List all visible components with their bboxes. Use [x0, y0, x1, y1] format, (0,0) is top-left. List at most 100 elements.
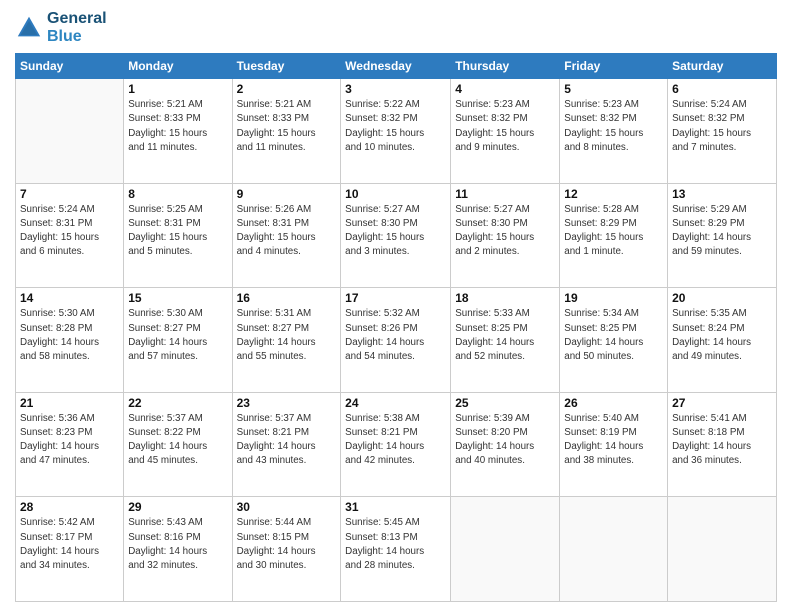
weekday-monday: Monday — [124, 54, 232, 79]
week-row-4: 21 Sunrise: 5:36 AMSunset: 8:23 PMDayligh… — [16, 392, 777, 497]
logo-text: General Blue — [47, 10, 107, 45]
day-info: Sunrise: 5:43 AMSunset: 8:16 PMDaylight:… — [128, 516, 227, 573]
logo: General Blue — [15, 10, 107, 45]
day-number: 2 — [237, 82, 337, 96]
day-number: 14 — [20, 291, 119, 305]
calendar-cell: 14Sunrise: 5:30 AMSunset: 8:28 PMDayligh… — [16, 288, 124, 393]
week-row-5: 28Sunrise: 5:42 AMSunset: 8:17 PMDayligh… — [16, 497, 777, 602]
day-number: 24 — [345, 396, 446, 410]
weekday-tuesday: Tuesday — [232, 54, 341, 79]
day-number: 3 — [345, 82, 446, 96]
day-number: 6 — [672, 82, 772, 96]
calendar-cell: 21 Sunrise: 5:36 AMSunset: 8:23 PMDayligh… — [16, 392, 124, 497]
calendar-cell: 11Sunrise: 5:27 AMSunset: 8:30 PMDayligh… — [451, 183, 560, 288]
calendar-cell: 2Sunrise: 5:21 AMSunset: 8:33 PMDaylight… — [232, 79, 341, 184]
day-number: 16 — [237, 291, 337, 305]
calendar-cell: 16 Sunrise: 5:31 AMSunset: 8:27 PMDayligh… — [232, 288, 341, 393]
calendar-cell: 26 Sunrise: 5:40 AMSunset: 8:19 PMDayligh… — [560, 392, 668, 497]
day-info: Sunrise: 5:27 AMSunset: 8:30 PMDaylight:… — [345, 203, 446, 260]
day-info: Sunrise: 5:24 AMSunset: 8:32 PMDaylight:… — [672, 98, 772, 155]
calendar-cell: 1 Sunrise: 5:21 AMSunset: 8:33 PMDaylight… — [124, 79, 232, 184]
weekday-header-row: SundayMondayTuesdayWednesdayThursdayFrid… — [16, 54, 777, 79]
calendar-cell: 30 Sunrise: 5:44 AMSunset: 8:15 PMDayligh… — [232, 497, 341, 602]
day-number: 27 — [672, 396, 772, 410]
day-number: 5 — [564, 82, 663, 96]
calendar-cell: 20Sunrise: 5:35 AMSunset: 8:24 PMDayligh… — [668, 288, 777, 393]
calendar-cell: 31 Sunrise: 5:45 AMSunset: 8:13 PMDayligh… — [341, 497, 451, 602]
day-info: Sunrise: 5:34 AMSunset: 8:25 PMDaylight:… — [564, 307, 663, 364]
day-info: Sunrise: 5:44 AMSunset: 8:15 PMDaylight:… — [237, 516, 337, 573]
day-number: 29 — [128, 500, 227, 514]
day-info: Sunrise: 5:38 AMSunset: 8:21 PMDaylight:… — [345, 412, 446, 469]
weekday-sunday: Sunday — [16, 54, 124, 79]
day-number: 4 — [455, 82, 555, 96]
weekday-wednesday: Wednesday — [341, 54, 451, 79]
calendar-cell: 3Sunrise: 5:22 AMSunset: 8:32 PMDaylight… — [341, 79, 451, 184]
logo-icon — [15, 14, 43, 42]
day-number: 18 — [455, 291, 555, 305]
day-number: 30 — [237, 500, 337, 514]
calendar-cell — [560, 497, 668, 602]
day-info: Sunrise: 5:28 AMSunset: 8:29 PMDaylight:… — [564, 203, 663, 260]
day-info: Sunrise: 5:37 AMSunset: 8:21 PMDaylight:… — [237, 412, 337, 469]
day-number: 15 — [128, 291, 227, 305]
calendar-cell: 22 Sunrise: 5:37 AMSunset: 8:22 PMDayligh… — [124, 392, 232, 497]
day-info: Sunrise: 5:39 AMSunset: 8:20 PMDaylight:… — [455, 412, 555, 469]
calendar-cell — [451, 497, 560, 602]
day-number: 10 — [345, 187, 446, 201]
day-number: 12 — [564, 187, 663, 201]
calendar-cell: 24 Sunrise: 5:38 AMSunset: 8:21 PMDayligh… — [341, 392, 451, 497]
day-number: 26 — [564, 396, 663, 410]
day-number: 13 — [672, 187, 772, 201]
weekday-saturday: Saturday — [668, 54, 777, 79]
calendar-cell: 27 Sunrise: 5:41 AMSunset: 8:18 PMDayligh… — [668, 392, 777, 497]
calendar-cell: 10 Sunrise: 5:27 AMSunset: 8:30 PMDayligh… — [341, 183, 451, 288]
calendar-table: SundayMondayTuesdayWednesdayThursdayFrid… — [15, 53, 777, 602]
calendar-cell: 8 Sunrise: 5:25 AMSunset: 8:31 PMDaylight… — [124, 183, 232, 288]
calendar-cell: 28Sunrise: 5:42 AMSunset: 8:17 PMDayligh… — [16, 497, 124, 602]
day-info: Sunrise: 5:29 AMSunset: 8:29 PMDaylight:… — [672, 203, 772, 260]
day-info: Sunrise: 5:41 AMSunset: 8:18 PMDaylight:… — [672, 412, 772, 469]
day-info: Sunrise: 5:45 AMSunset: 8:13 PMDaylight:… — [345, 516, 446, 573]
calendar-cell: 18Sunrise: 5:33 AMSunset: 8:25 PMDayligh… — [451, 288, 560, 393]
calendar-cell: 12 Sunrise: 5:28 AMSunset: 8:29 PMDayligh… — [560, 183, 668, 288]
calendar-cell: 9Sunrise: 5:26 AMSunset: 8:31 PMDaylight… — [232, 183, 341, 288]
calendar-cell: 23 Sunrise: 5:37 AMSunset: 8:21 PMDayligh… — [232, 392, 341, 497]
day-number: 7 — [20, 187, 119, 201]
day-info: Sunrise: 5:30 AMSunset: 8:27 PMDaylight:… — [128, 307, 227, 364]
calendar-cell: 25 Sunrise: 5:39 AMSunset: 8:20 PMDayligh… — [451, 392, 560, 497]
day-info: Sunrise: 5:25 AMSunset: 8:31 PMDaylight:… — [128, 203, 227, 260]
day-info: Sunrise: 5:36 AMSunset: 8:23 PMDaylight:… — [20, 412, 119, 469]
day-number: 8 — [128, 187, 227, 201]
day-number: 28 — [20, 500, 119, 514]
day-number: 23 — [237, 396, 337, 410]
day-info: Sunrise: 5:21 AMSunset: 8:33 PMDaylight:… — [128, 98, 227, 155]
day-number: 21 — [20, 396, 119, 410]
weekday-thursday: Thursday — [451, 54, 560, 79]
calendar-cell — [16, 79, 124, 184]
day-number: 20 — [672, 291, 772, 305]
day-info: Sunrise: 5:32 AMSunset: 8:26 PMDaylight:… — [345, 307, 446, 364]
day-info: Sunrise: 5:37 AMSunset: 8:22 PMDaylight:… — [128, 412, 227, 469]
calendar-cell: 7 Sunrise: 5:24 AMSunset: 8:31 PMDaylight… — [16, 183, 124, 288]
weekday-friday: Friday — [560, 54, 668, 79]
calendar-cell: 19 Sunrise: 5:34 AMSunset: 8:25 PMDayligh… — [560, 288, 668, 393]
day-info: Sunrise: 5:23 AMSunset: 8:32 PMDaylight:… — [564, 98, 663, 155]
day-number: 25 — [455, 396, 555, 410]
week-row-3: 14Sunrise: 5:30 AMSunset: 8:28 PMDayligh… — [16, 288, 777, 393]
calendar-cell: 15 Sunrise: 5:30 AMSunset: 8:27 PMDayligh… — [124, 288, 232, 393]
day-number: 22 — [128, 396, 227, 410]
day-info: Sunrise: 5:31 AMSunset: 8:27 PMDaylight:… — [237, 307, 337, 364]
day-info: Sunrise: 5:24 AMSunset: 8:31 PMDaylight:… — [20, 203, 119, 260]
day-number: 31 — [345, 500, 446, 514]
header: General Blue — [15, 10, 777, 45]
week-row-2: 7 Sunrise: 5:24 AMSunset: 8:31 PMDaylight… — [16, 183, 777, 288]
day-number: 1 — [128, 82, 227, 96]
calendar-cell: 6 Sunrise: 5:24 AMSunset: 8:32 PMDaylight… — [668, 79, 777, 184]
calendar-cell — [668, 497, 777, 602]
day-number: 19 — [564, 291, 663, 305]
day-info: Sunrise: 5:23 AMSunset: 8:32 PMDaylight:… — [455, 98, 555, 155]
day-number: 11 — [455, 187, 555, 201]
day-number: 17 — [345, 291, 446, 305]
day-info: Sunrise: 5:40 AMSunset: 8:19 PMDaylight:… — [564, 412, 663, 469]
